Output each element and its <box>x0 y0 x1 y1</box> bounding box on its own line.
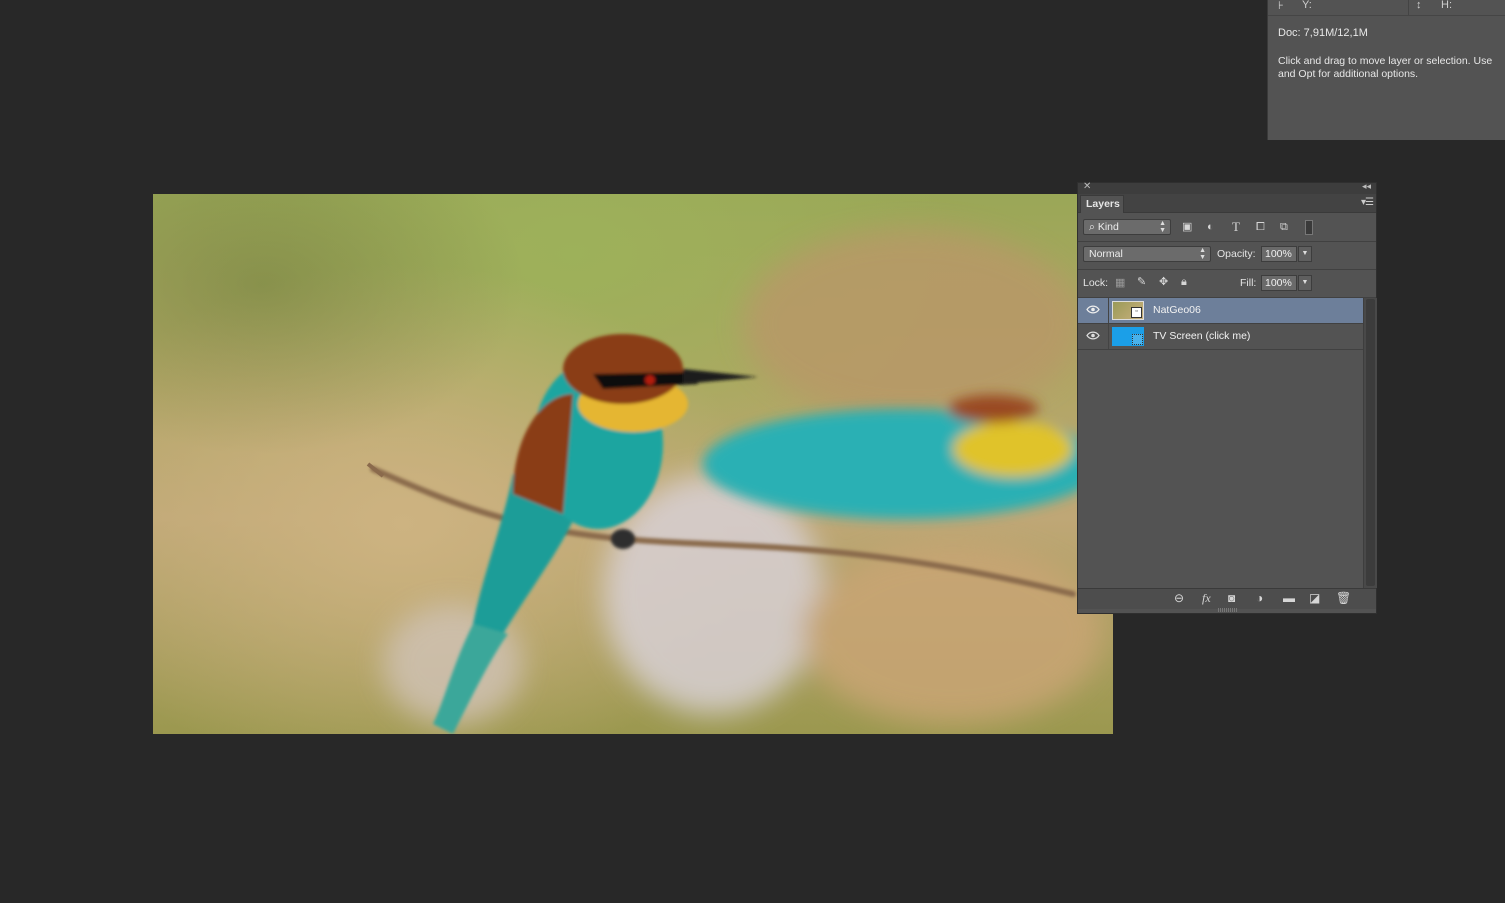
lock-paint-icon[interactable]: ✎ <box>1137 276 1146 288</box>
image-filter-icon[interactable]: ▣ <box>1182 221 1192 233</box>
eye-icon[interactable] <box>1086 331 1100 340</box>
fx-icon[interactable]: fx <box>1202 592 1211 604</box>
fill-label: Fill: <box>1240 277 1257 289</box>
filter-kind-label: Kind <box>1097 221 1119 233</box>
resize-grip[interactable] <box>1218 608 1238 612</box>
layer-list-scrollbar[interactable] <box>1363 298 1377 588</box>
layer-thumbnail <box>1112 327 1144 346</box>
filter-toggle[interactable] <box>1305 220 1313 235</box>
fill-input[interactable]: 100% <box>1261 275 1297 291</box>
add-mask-icon[interactable]: ◙ <box>1228 592 1235 604</box>
smart-object-filter-icon[interactable]: ⧉ <box>1280 221 1288 233</box>
blend-row: Normal ▲ ▼ Opacity: 100% ▼ <box>1078 241 1376 270</box>
type-filter-icon[interactable]: T <box>1232 220 1240 233</box>
adjustment-filter-icon[interactable]: ◐ <box>1207 221 1214 233</box>
layer-name: NatGeo06 <box>1153 304 1201 316</box>
y-label: Y: <box>1302 0 1312 11</box>
doc-size: Doc: 7,91M/12,1M <box>1278 27 1368 39</box>
layers-bottom-toolbar: ⊖ fx ◙ ◑ ▬ ◪ 🗑︎ <box>1078 588 1376 609</box>
link-layers-icon[interactable]: ⊖ <box>1174 592 1184 604</box>
tab-layers[interactable]: Layers <box>1080 195 1124 213</box>
lock-transparent-icon[interactable]: ▦ <box>1115 277 1125 289</box>
opacity-input[interactable]: 100% <box>1261 246 1297 262</box>
layers-panel: ✕ ◂◂ Layers ▾☰ ⌕ Kind ▲ ▼ ▣ ◐ T ⧠ ⧉ Norma… <box>1077 181 1377 614</box>
info-panel: ⊦ Y: ↕ H: Doc: 7,91M/12,1M Click and dra… <box>1267 0 1505 140</box>
shape-badge-icon <box>1132 334 1143 345</box>
panel-menu-icon[interactable]: ▾☰ <box>1361 197 1374 208</box>
blend-mode-select[interactable]: Normal ▲ ▼ <box>1083 246 1211 262</box>
filter-row: ⌕ Kind ▲ ▼ ▣ ◐ T ⧠ ⧉ <box>1078 213 1376 242</box>
panel-tab-bar: Layers ▾☰ <box>1078 194 1376 213</box>
lock-label: Lock: <box>1083 277 1109 289</box>
layer-row-natgeo06[interactable]: ▫ NatGeo06 <box>1078 298 1363 324</box>
delete-layer-icon[interactable]: 🗑︎ <box>1336 592 1351 604</box>
shape-filter-icon[interactable]: ⧠ <box>1256 221 1265 233</box>
smart-object-badge-icon: ▫ <box>1131 307 1142 318</box>
close-icon[interactable]: ✕ <box>1083 181 1091 192</box>
new-layer-icon[interactable]: ◪ <box>1309 592 1320 604</box>
h-dim-icon: ↕ <box>1416 0 1422 11</box>
adjustment-layer-icon[interactable]: ◑ <box>1256 592 1263 604</box>
bird-photo <box>366 229 1103 734</box>
lock-all-icon[interactable]: 🔒︎ <box>1181 276 1187 288</box>
opacity-label: Opacity: <box>1217 248 1256 260</box>
blend-mode-label: Normal <box>1089 248 1123 260</box>
opacity-dropdown[interactable]: ▼ <box>1298 246 1312 262</box>
fill-dropdown[interactable]: ▼ <box>1298 275 1312 291</box>
lock-row: Lock: ▦ ✎ ✥ 🔒︎ Fill: 100% ▼ <box>1078 269 1376 298</box>
layer-row-tv-screen[interactable]: TV Screen (click me) <box>1078 324 1363 350</box>
document-canvas[interactable] <box>153 194 1113 734</box>
filter-kind-select[interactable]: ⌕ Kind ▲ ▼ <box>1083 219 1171 235</box>
tool-hint: Click and drag to move layer or selectio… <box>1278 55 1493 80</box>
layer-name: TV Screen (click me) <box>1153 330 1251 342</box>
info-xy-row: ⊦ Y: ↕ H: <box>1268 0 1505 16</box>
lock-move-icon[interactable]: ✥ <box>1159 276 1168 288</box>
collapse-icon[interactable]: ◂◂ <box>1362 181 1371 192</box>
search-icon: ⌕ <box>1089 221 1095 233</box>
new-group-icon[interactable]: ▬ <box>1283 592 1295 604</box>
layer-list: ▫ NatGeo06 TV Screen (click me) <box>1078 298 1363 588</box>
y-coord-icon: ⊦ <box>1278 0 1284 12</box>
panel-title-bar[interactable]: ✕ ◂◂ <box>1078 181 1376 194</box>
chevron-updown-icon: ▲ ▼ <box>1199 247 1206 261</box>
chevron-updown-icon: ▲ ▼ <box>1159 220 1166 234</box>
h-label: H: <box>1441 0 1452 11</box>
layer-thumbnail: ▫ <box>1112 301 1144 320</box>
eye-icon[interactable] <box>1086 305 1100 314</box>
